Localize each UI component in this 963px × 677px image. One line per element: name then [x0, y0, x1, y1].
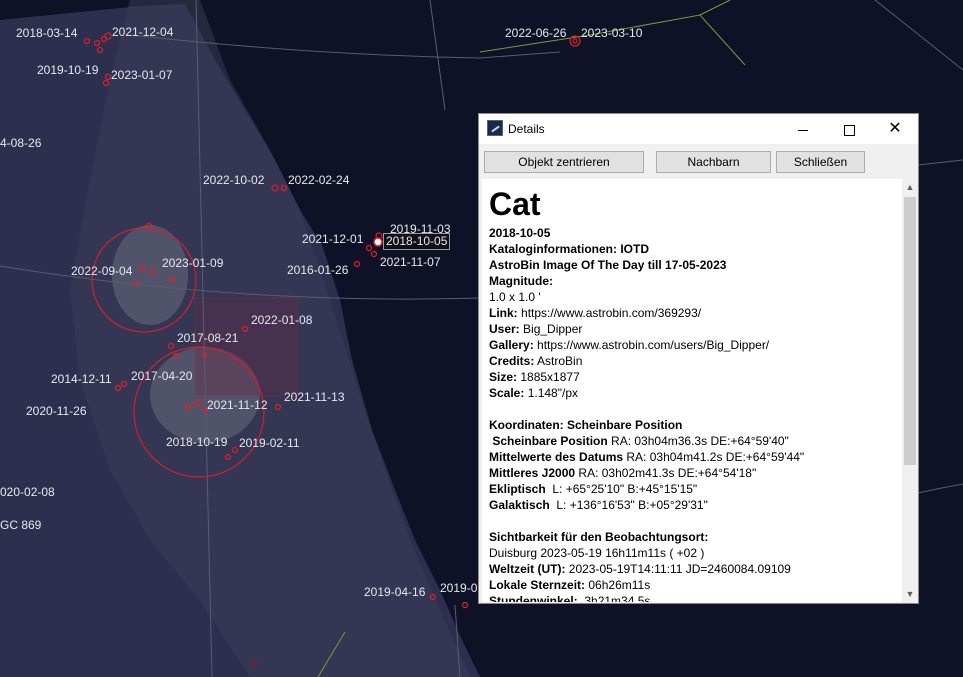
gallery-value[interactable]: https://www.astrobin.com/users/Big_Dippe… — [537, 338, 769, 352]
catalog-value: IOTD — [620, 242, 650, 256]
close-button[interactable]: Schließen — [776, 151, 865, 173]
label-2022-06-26[interactable]: 2022-06-26 — [505, 26, 566, 40]
magnitude-value: 1.0 x 1.0 ' — [489, 290, 541, 304]
j2000-value: RA: 03h02m41.3s DE:+64°54'18" — [578, 466, 757, 480]
galactic-value: L: +136°16'53" B:+05°29'31" — [556, 498, 708, 512]
magnitude-label: Magnitude: — [489, 274, 553, 288]
label-2023-03-10[interactable]: 2023-03-10 — [581, 26, 642, 40]
credits-label: Credits: — [489, 354, 535, 368]
label-2021-12-01[interactable]: 2021-12-01 — [302, 232, 363, 246]
label-2019-04-16[interactable]: 2019-04-16 — [364, 585, 425, 599]
label-2022-09-04[interactable]: 2022-09-04 — [71, 264, 132, 278]
ecliptic-value: L: +65°25'10" B:+45°15'15" — [552, 482, 698, 496]
label-2019-02-11[interactable]: 2019-02-11 — [239, 436, 300, 450]
center-object-button[interactable]: Objekt zentrieren — [484, 151, 644, 173]
size-value: 1885x1877 — [520, 370, 580, 384]
apparent-label: Scheinbare Position — [492, 434, 608, 448]
maximize-button[interactable] — [826, 114, 872, 144]
close-window-button[interactable]: ✕ — [872, 114, 918, 144]
credits-value: AstroBin — [537, 354, 583, 368]
maximize-icon — [843, 124, 855, 136]
details-dialog: Details ✕ Objekt zentrieren Nachbarn Sch… — [478, 113, 919, 604]
hour-angle-value: 3h21m34.5s — [584, 594, 651, 602]
label-020-02-08[interactable]: 020-02-08 — [0, 485, 55, 499]
lst-label: Lokale Sternzeit: — [489, 578, 586, 592]
hour-angle-label: Stundenwinkel: — [489, 594, 578, 602]
ut-label: Weltzeit (UT): — [489, 562, 566, 576]
label-gc-869[interactable]: GC 869 — [0, 518, 41, 532]
coordinates-header: Koordinaten: Scheinbare Position — [489, 418, 683, 432]
details-content[interactable]: Cat 2018-10-05 Kataloginformationen: IOT… — [482, 179, 902, 602]
mean-label: Mittelwerte des Datums — [489, 450, 624, 464]
label-2023-01-07[interactable]: 2023-01-07 — [111, 68, 172, 82]
scroll-down-icon[interactable]: ▼ — [902, 586, 918, 602]
label-2022-01-08[interactable]: 2022-01-08 — [251, 313, 312, 327]
dialog-title: Details — [508, 122, 545, 136]
label-2018-10-19[interactable]: 2018-10-19 — [166, 435, 227, 449]
label-2018-10-05-highlighted[interactable]: 2018-10-05 — [383, 233, 451, 250]
user-label: User: — [489, 322, 520, 336]
scale-label: Scale: — [489, 386, 525, 400]
galactic-label: Galaktisch — [489, 498, 550, 512]
app-icon — [487, 120, 503, 136]
minimize-button[interactable] — [780, 114, 826, 144]
label-2017-08-21[interactable]: 2017-08-21 — [177, 331, 238, 345]
iotd-line: AstroBin Image Of The Day till 17-05-202… — [489, 258, 727, 272]
apparent-value: RA: 03h04m36.3s DE:+64°59'40" — [611, 434, 789, 448]
link-value[interactable]: https://www.astrobin.com/369293/ — [521, 306, 701, 320]
label-2022-02-24[interactable]: 2022-02-24 — [288, 173, 349, 187]
location-line: Duisburg 2023-05-19 16h11m11s ( +02 ) — [489, 546, 705, 560]
visibility-header: Sichtbarkeit für den Beobachtungsort: — [489, 530, 709, 544]
label-4-08-26[interactable]: 4-08-26 — [0, 136, 41, 150]
mean-value: RA: 03h04m41.2s DE:+64°59'44" — [626, 450, 805, 464]
neighbors-button[interactable]: Nachbarn — [656, 151, 771, 173]
ecliptic-label: Ekliptisch — [489, 482, 546, 496]
close-icon: ✕ — [888, 120, 902, 137]
label-2021-11-12[interactable]: 2021-11-12 — [207, 398, 268, 412]
dialog-titlebar[interactable]: Details ✕ — [479, 114, 918, 144]
link-label: Link: — [489, 306, 518, 320]
object-name: Cat — [489, 186, 541, 222]
vertical-scrollbar[interactable]: ▲ ▼ — [902, 179, 918, 602]
label-2016-01-26[interactable]: 2016-01-26 — [287, 263, 348, 277]
scroll-up-icon[interactable]: ▲ — [902, 179, 918, 195]
label-2021-12-04[interactable]: 2021-12-04 — [112, 25, 173, 39]
label-2020-11-26[interactable]: 2020-11-26 — [26, 404, 87, 418]
ut-value: 2023-05-19T14:11:11 JD=2460084.09109 — [568, 562, 791, 576]
scroll-thumb[interactable] — [904, 197, 916, 465]
label-2021-11-13[interactable]: 2021-11-13 — [284, 390, 345, 404]
label-2021-11-07[interactable]: 2021-11-07 — [380, 255, 441, 269]
label-2018-03-14[interactable]: 2018-03-14 — [16, 26, 77, 40]
minimize-icon — [798, 129, 808, 131]
size-label: Size: — [489, 370, 518, 384]
label-2017-04-20[interactable]: 2017-04-20 — [131, 369, 192, 383]
object-date: 2018-10-05 — [489, 226, 551, 240]
label-2019-10-19[interactable]: 2019-10-19 — [37, 63, 98, 77]
catalog-label: Kataloginformationen: — [489, 242, 617, 256]
j2000-label: Mittleres J2000 — [489, 466, 576, 480]
label-2022-10-02[interactable]: 2022-10-02 — [203, 173, 264, 187]
scale-value: 1.148"/px — [527, 386, 578, 400]
label-2014-12-11[interactable]: 2014-12-11 — [51, 372, 112, 386]
label-2023-01-09[interactable]: 2023-01-09 — [162, 256, 223, 270]
lst-value: 06h26m11s — [588, 578, 651, 592]
selected-object-marker[interactable] — [373, 237, 383, 247]
gallery-label: Gallery: — [489, 338, 534, 352]
user-value: Big_Dipper — [523, 322, 583, 336]
